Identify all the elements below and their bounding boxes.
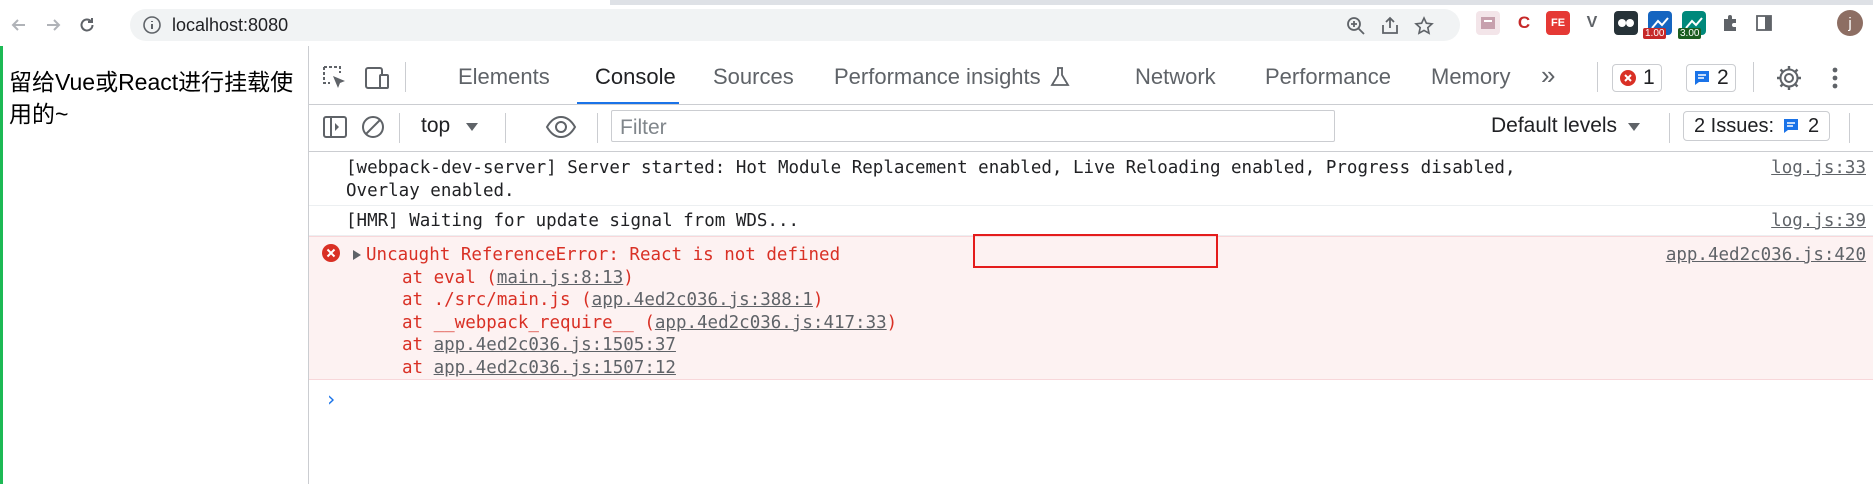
profile-avatar[interactable]: j xyxy=(1837,10,1863,36)
error-head-prefix: Uncaught ReferenceError: xyxy=(366,245,630,265)
devtools-tabs-bar: Elements Console Sources Performance ins… xyxy=(309,52,1873,105)
stack-frame: at app.4ed2c036.js:1507:12 xyxy=(402,357,676,380)
tab-elements[interactable]: Elements xyxy=(458,64,550,90)
error-icon xyxy=(322,244,340,262)
issues-label: 2 Issues: xyxy=(1694,114,1775,137)
address-bar[interactable]: localhost:8080 xyxy=(130,9,1460,41)
message-count: 2 xyxy=(1717,66,1729,89)
error-head: Uncaught ReferenceError: React is not de… xyxy=(366,244,840,267)
url-text: localhost:8080 xyxy=(172,15,289,35)
stack-frame-text: at __webpack_require__ ( xyxy=(402,313,655,333)
console-message-error: Uncaught ReferenceError: React is not de… xyxy=(309,234,1873,380)
sidebar-toggle-icon[interactable] xyxy=(321,113,349,146)
log-levels-label: Default levels xyxy=(1491,114,1618,137)
reload-button[interactable] xyxy=(76,14,98,36)
issues-button[interactable]: 2 Issues: 2 xyxy=(1683,111,1831,141)
settings-gear-icon[interactable] xyxy=(1775,64,1803,97)
tab-performance-insights[interactable]: Performance insights xyxy=(834,64,1041,90)
arrow-left-icon xyxy=(11,19,25,31)
console-messages: [webpack-dev-server] Server started: Hot… xyxy=(309,151,1873,484)
source-link[interactable]: log.js:39 xyxy=(1771,210,1866,233)
log-line-1: [webpack-dev-server] Server started: Hot… xyxy=(346,158,1516,178)
stack-frame-link[interactable]: app.4ed2c036.js:417:33 xyxy=(655,313,887,333)
inspect-element-icon[interactable] xyxy=(321,64,349,97)
device-toolbar-icon[interactable] xyxy=(363,64,391,97)
share-icon[interactable] xyxy=(1380,16,1400,41)
message-counter[interactable]: 2 xyxy=(1686,64,1736,92)
bookmark-ext-icon[interactable] xyxy=(1476,11,1500,35)
tab-memory[interactable]: Memory xyxy=(1431,64,1510,90)
kebab-menu-icon[interactable] xyxy=(1821,64,1849,97)
stack-frame-link[interactable]: app.4ed2c036.js:1507:12 xyxy=(434,358,676,378)
console-filter-bar: top Filter Default levels 2 Issues: 2 xyxy=(309,105,1873,152)
clear-console-icon[interactable] xyxy=(359,113,387,146)
context-label: top xyxy=(421,114,451,137)
game-ext-icon[interactable] xyxy=(1614,11,1638,35)
stack-frame-link[interactable]: main.js:8:13 xyxy=(497,268,623,288)
live-expression-eye-icon[interactable] xyxy=(545,113,577,146)
stack-frame-link[interactable]: app.4ed2c036.js:1505:37 xyxy=(434,335,676,355)
stack-frame-text: at xyxy=(402,335,434,355)
message-icon xyxy=(1784,119,1799,133)
page-viewport: 留给Vue或React进行挂载使用的~ xyxy=(0,46,308,484)
stack-frame-text: ) xyxy=(886,313,898,333)
context-selector[interactable]: top xyxy=(409,114,479,142)
message-icon xyxy=(1695,71,1709,85)
stack-frame-text: at eval ( xyxy=(402,268,497,288)
side-panel-icon[interactable] xyxy=(1752,11,1776,35)
flask-icon xyxy=(1049,66,1071,93)
reload-icon xyxy=(80,18,94,32)
tab-console[interactable]: Console xyxy=(595,64,676,90)
log-line-2: Overlay enabled. xyxy=(346,181,515,201)
c-ext-icon[interactable]: C xyxy=(1512,11,1536,35)
arrow-right-icon xyxy=(47,19,61,31)
zoom-icon[interactable] xyxy=(1346,16,1366,41)
annotation-highlight-box xyxy=(973,234,1218,268)
tab-sources[interactable]: Sources xyxy=(713,64,794,90)
stack-frame-text: ) xyxy=(812,290,824,310)
expand-triangle-icon[interactable] xyxy=(352,249,362,261)
console-message-log: [webpack-dev-server] Server started: Hot… xyxy=(309,151,1873,206)
forward-button[interactable] xyxy=(42,14,64,36)
v-ext-icon[interactable]: V xyxy=(1580,11,1604,35)
tab-network[interactable]: Network xyxy=(1135,64,1216,90)
chart-ext-1-badge: 1.00 xyxy=(1643,28,1667,39)
stack-frame-text: at xyxy=(402,358,434,378)
stack-frame: at eval (main.js:8:13) xyxy=(402,267,634,290)
console-message-log: [HMR] Waiting for update signal from WDS… xyxy=(309,206,1873,236)
fe-ext-icon[interactable]: FE xyxy=(1546,11,1570,35)
error-counter[interactable]: 1 xyxy=(1612,64,1662,92)
source-link[interactable]: log.js:33 xyxy=(1771,157,1866,180)
filter-input[interactable]: Filter xyxy=(611,110,1335,142)
tab-performance[interactable]: Performance xyxy=(1265,64,1391,90)
stack-frame: at app.4ed2c036.js:1505:37 xyxy=(402,334,676,357)
bookmark-star-icon[interactable] xyxy=(1414,16,1434,41)
more-tabs-chevron-icon[interactable]: » xyxy=(1541,60,1555,91)
stack-frame: at ./src/main.js (app.4ed2c036.js:388:1) xyxy=(402,289,823,312)
page-text: 留给Vue或React进行挂载使用的~ xyxy=(9,69,294,127)
browser-toolbar: localhost:8080 C FE V 1.00 3.00 j xyxy=(0,0,1873,46)
log-line-1: [HMR] Waiting for update signal from WDS… xyxy=(346,211,800,231)
console-prompt-chevron-icon[interactable]: › xyxy=(325,387,337,411)
site-info-icon[interactable] xyxy=(142,15,162,40)
extensions-puzzle-icon[interactable] xyxy=(1718,11,1742,35)
chart-ext-2-badge: 3.00 xyxy=(1678,28,1702,39)
active-tab-indicator xyxy=(577,102,679,104)
error-head-highlight: React is not defined xyxy=(629,245,841,265)
caret-down-icon xyxy=(1627,123,1640,131)
tab-strip xyxy=(0,0,1873,5)
error-count: 1 xyxy=(1643,66,1655,89)
devtools-panel: Elements Console Sources Performance ins… xyxy=(308,46,1873,484)
error-icon xyxy=(1620,70,1636,86)
source-link[interactable]: app.4ed2c036.js:420 xyxy=(1666,244,1866,267)
stack-frame-link[interactable]: app.4ed2c036.js:388:1 xyxy=(592,290,813,310)
stack-frame-text: ) xyxy=(623,268,634,288)
stack-frame: at __webpack_require__ (app.4ed2c036.js:… xyxy=(402,312,897,335)
log-levels-dropdown[interactable]: Default levels xyxy=(1491,114,1641,138)
issues-count: 2 xyxy=(1808,114,1820,137)
stack-frame-text: at ./src/main.js ( xyxy=(402,290,592,310)
caret-down-icon xyxy=(466,123,478,131)
back-button[interactable] xyxy=(8,14,30,36)
